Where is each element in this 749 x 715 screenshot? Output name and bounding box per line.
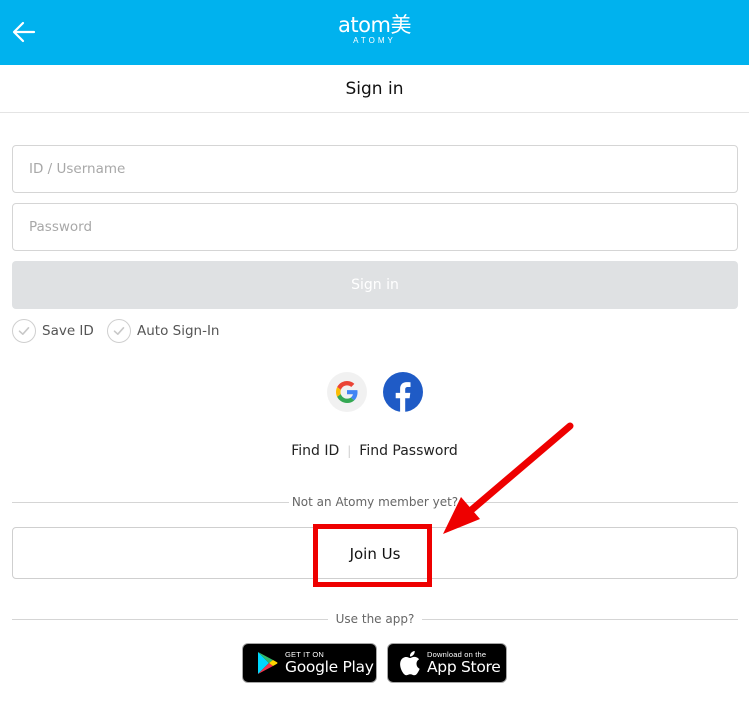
apple-icon [400,651,420,676]
highlight-box [313,524,432,587]
google-play-big-text: Google Play [285,658,374,676]
app-divider: Use the app? [12,611,738,627]
google-play-badge[interactable]: GET IT ON Google Play [242,643,377,683]
app-store-badge[interactable]: Download on the App Store [387,643,507,683]
google-play-icon [258,652,278,674]
username-input[interactable] [12,145,738,193]
member-divider: Not an Atomy member yet? [12,494,738,510]
save-id-label: Save ID [42,323,94,339]
google-icon [336,381,358,403]
checkmark-icon [107,319,131,343]
find-links: Find ID | Find Password [0,443,749,459]
auto-sign-in-label: Auto Sign-In [137,323,220,339]
atomy-logo[interactable]: atom美 ATOMY [0,14,749,46]
title-bar: Sign in [0,65,749,113]
logo-sub-text: ATOMY [353,36,396,45]
find-password-link[interactable]: Find Password [359,443,458,459]
logo-main-text: atom美 [338,13,411,37]
sign-in-button[interactable]: Sign in [12,261,738,309]
save-id-checkbox[interactable]: Save ID [12,319,94,343]
facebook-login-button[interactable] [383,372,423,412]
facebook-icon [395,382,411,412]
top-header-bar: atom美 ATOMY [0,0,749,65]
link-separator: | [347,444,352,458]
checkmark-icon [12,319,36,343]
find-id-link[interactable]: Find ID [291,443,339,459]
auto-sign-in-checkbox[interactable]: Auto Sign-In [107,319,220,343]
google-login-button[interactable] [327,372,367,412]
app-store-big-text: App Store [427,658,501,676]
password-input[interactable] [12,203,738,251]
use-app-text: Use the app? [335,612,415,626]
page-title: Sign in [345,79,404,99]
not-member-text: Not an Atomy member yet? [291,495,459,509]
